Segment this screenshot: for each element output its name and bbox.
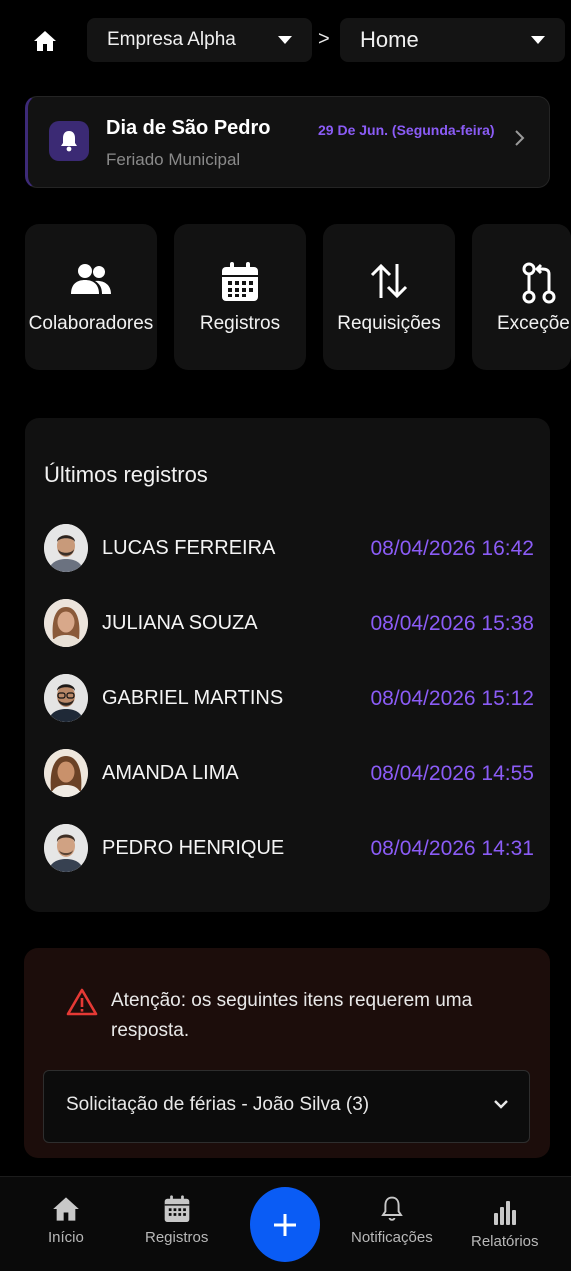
record-name: JULIANA SOUZA	[102, 612, 258, 634]
calendar-icon	[164, 1195, 189, 1222]
page-select[interactable]: Home	[340, 18, 565, 62]
pending-items-value: Solicitação de férias - João Silva (3)	[66, 1094, 370, 1115]
record-name: LUCAS FERREIRA	[102, 537, 276, 559]
list-item[interactable]: GABRIEL MARTINS 08/04/2026 15:12	[44, 674, 534, 724]
record-time: 08/04/2026 14:55	[370, 762, 535, 785]
record-name: GABRIEL MARTINS	[102, 687, 284, 709]
attention-message: Atenção: os seguintes itens requerem uma…	[111, 990, 473, 1041]
tile-label: Requisições	[337, 313, 441, 334]
holiday-title: Dia de São Pedro	[106, 117, 271, 139]
chevron-down-icon	[494, 1100, 508, 1109]
nav-notificacoes[interactable]: Notificações	[351, 1195, 433, 1246]
tile-label: Colaboradores	[28, 313, 154, 334]
holiday-date: 29 De Jun. (Segunda-feira)	[318, 122, 495, 138]
avatar	[44, 749, 88, 797]
bottom-nav: Início Registros Notificações Relatórios	[0, 1176, 571, 1271]
tile-label: Exceçõe	[497, 313, 570, 334]
holiday-card[interactable]: Dia de São Pedro Feriado Municipal 29 De…	[25, 96, 550, 188]
nav-registros[interactable]: Registros	[145, 1195, 208, 1246]
breadcrumb-separator: >	[318, 28, 330, 50]
list-item[interactable]: LUCAS FERREIRA 08/04/2026 16:42	[44, 524, 534, 574]
caret-down-icon	[531, 36, 545, 44]
list-item[interactable]: PEDRO HENRIQUE 08/04/2026 14:31	[44, 824, 534, 874]
arrows-up-down-icon	[370, 263, 408, 299]
list-item[interactable]: JULIANA SOUZA 08/04/2026 15:38	[44, 599, 534, 649]
bell-icon	[381, 1196, 403, 1221]
attention-panel: Atenção: os seguintes itens requerem uma…	[24, 948, 550, 1158]
calendar-icon	[222, 262, 258, 301]
users-icon	[71, 264, 111, 294]
home-icon	[53, 1197, 79, 1221]
tile-registros[interactable]: Registros	[174, 224, 306, 370]
avatar	[44, 824, 88, 872]
pending-items-select[interactable]: Solicitação de férias - João Silva (3)	[43, 1070, 530, 1143]
nav-relatorios[interactable]: Relatórios	[471, 1199, 539, 1250]
home-icon	[34, 31, 56, 51]
record-time: 08/04/2026 14:31	[370, 837, 535, 860]
add-button[interactable]	[250, 1187, 320, 1262]
bell-icon	[49, 121, 89, 161]
recent-records-title: Últimos registros	[44, 462, 208, 487]
record-time: 08/04/2026 15:12	[370, 687, 535, 710]
home-screen: Empresa Alpha > Home Dia de São Pedro Fe…	[0, 0, 571, 1271]
avatar	[44, 674, 88, 722]
holiday-subtitle: Feriado Municipal	[106, 150, 241, 169]
company-select[interactable]: Empresa Alpha	[87, 18, 312, 62]
nav-inicio[interactable]: Início	[48, 1195, 84, 1246]
plus-icon	[274, 1213, 296, 1236]
git-pull-request-icon	[522, 262, 556, 304]
nav-label: Início	[48, 1229, 84, 1246]
tile-colaboradores[interactable]: Colaboradores	[25, 224, 157, 370]
record-name: PEDRO HENRIQUE	[102, 837, 285, 859]
nav-label: Notificações	[351, 1229, 433, 1246]
avatar	[44, 524, 88, 572]
tile-label: Registros	[199, 313, 281, 334]
bar-chart-icon	[493, 1201, 516, 1225]
record-time: 08/04/2026 15:38	[370, 612, 535, 635]
recent-records-card: Últimos registros LUCAS FERREIRA 08/04/2…	[25, 418, 550, 912]
avatar	[44, 599, 88, 647]
list-item[interactable]: AMANDA LIMA 08/04/2026 14:55	[44, 749, 534, 799]
caret-down-icon	[278, 36, 292, 44]
tile-excecoes[interactable]: Exceçõe	[472, 224, 571, 370]
nav-label: Relatórios	[471, 1233, 539, 1250]
home-button[interactable]	[30, 26, 60, 56]
nav-label: Registros	[145, 1229, 209, 1246]
page-select-value: Home	[360, 27, 419, 52]
chevron-right-icon	[515, 130, 525, 146]
company-select-value: Empresa Alpha	[107, 29, 236, 50]
warning-icon	[66, 988, 98, 1016]
record-time: 08/04/2026 16:42	[370, 537, 535, 560]
tile-requisicoes[interactable]: Requisições	[323, 224, 455, 370]
record-name: AMANDA LIMA	[102, 762, 239, 784]
